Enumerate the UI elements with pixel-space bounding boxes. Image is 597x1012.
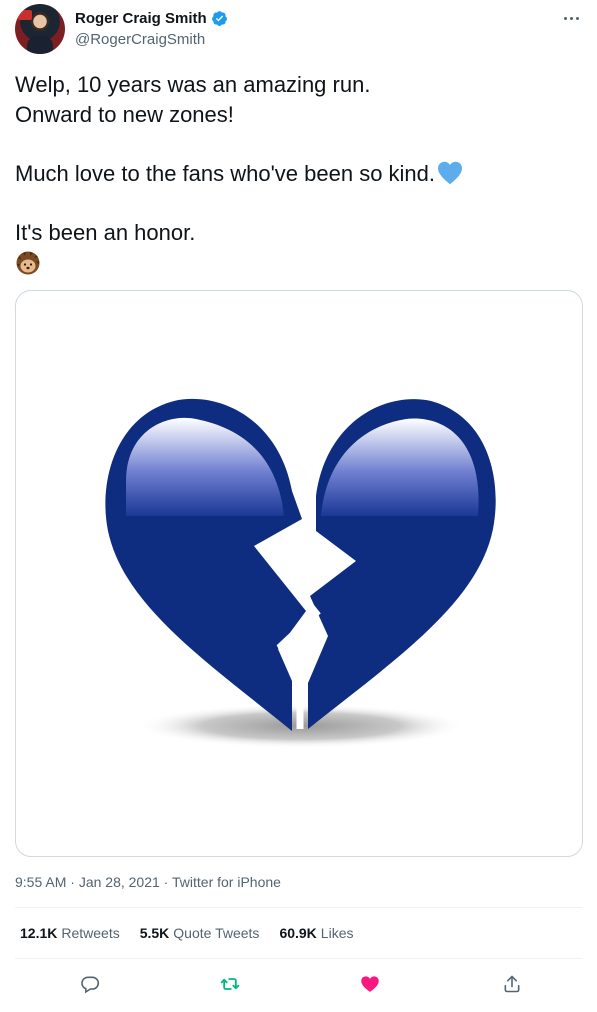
tweet-stats: 12.1K Retweets 5.5K Quote Tweets 60.9K L… — [20, 925, 353, 941]
likes-stat[interactable]: 60.9K Likes — [279, 925, 353, 941]
reply-icon[interactable] — [76, 970, 104, 998]
verified-badge-icon — [211, 11, 227, 26]
quote-tweets-stat[interactable]: 5.5K Quote Tweets — [140, 925, 260, 941]
divider — [15, 958, 582, 959]
tweet-meta: 9:55 AM · Jan 28, 2021 · Twitter for iPh… — [15, 874, 281, 890]
display-name[interactable]: Roger Craig Smith — [75, 10, 207, 27]
broken-heart-icon — [105, 398, 496, 748]
tweet-date[interactable]: Jan 28, 2021 — [79, 874, 160, 890]
handle[interactable]: @RogerCraigSmith — [75, 31, 205, 48]
avatar-shirt — [27, 36, 53, 54]
blue-heart-icon — [438, 161, 463, 185]
divider — [15, 907, 582, 908]
share-icon[interactable] — [498, 970, 526, 998]
tweet-line: Much love to the fans who've been so kin… — [15, 159, 580, 189]
tweet-time[interactable]: 9:55 AM — [15, 874, 66, 890]
tweet-line: Onward to new zones! — [15, 102, 234, 127]
more-options-icon[interactable] — [559, 8, 583, 28]
tweet: Roger Craig Smith @RogerCraigSmith Welp,… — [0, 0, 597, 1012]
tweet-source[interactable]: Twitter for iPhone — [172, 874, 281, 890]
like-icon[interactable] — [356, 970, 384, 998]
avatar[interactable] — [15, 4, 65, 54]
tweet-line: Welp, 10 years was an amazing run. — [15, 72, 371, 97]
author-name-row[interactable]: Roger Craig Smith — [75, 10, 228, 27]
avatar-sign — [18, 10, 32, 20]
retweets-stat[interactable]: 12.1K Retweets — [20, 925, 120, 941]
tweet-text: Welp, 10 years was an amazing run. Onwar… — [15, 70, 580, 284]
retweet-icon[interactable] — [216, 970, 244, 998]
media-image[interactable] — [15, 290, 583, 857]
hedgehog-icon — [16, 251, 40, 275]
tweet-line: It's been an honor. — [15, 220, 196, 245]
action-bar — [15, 966, 582, 1002]
